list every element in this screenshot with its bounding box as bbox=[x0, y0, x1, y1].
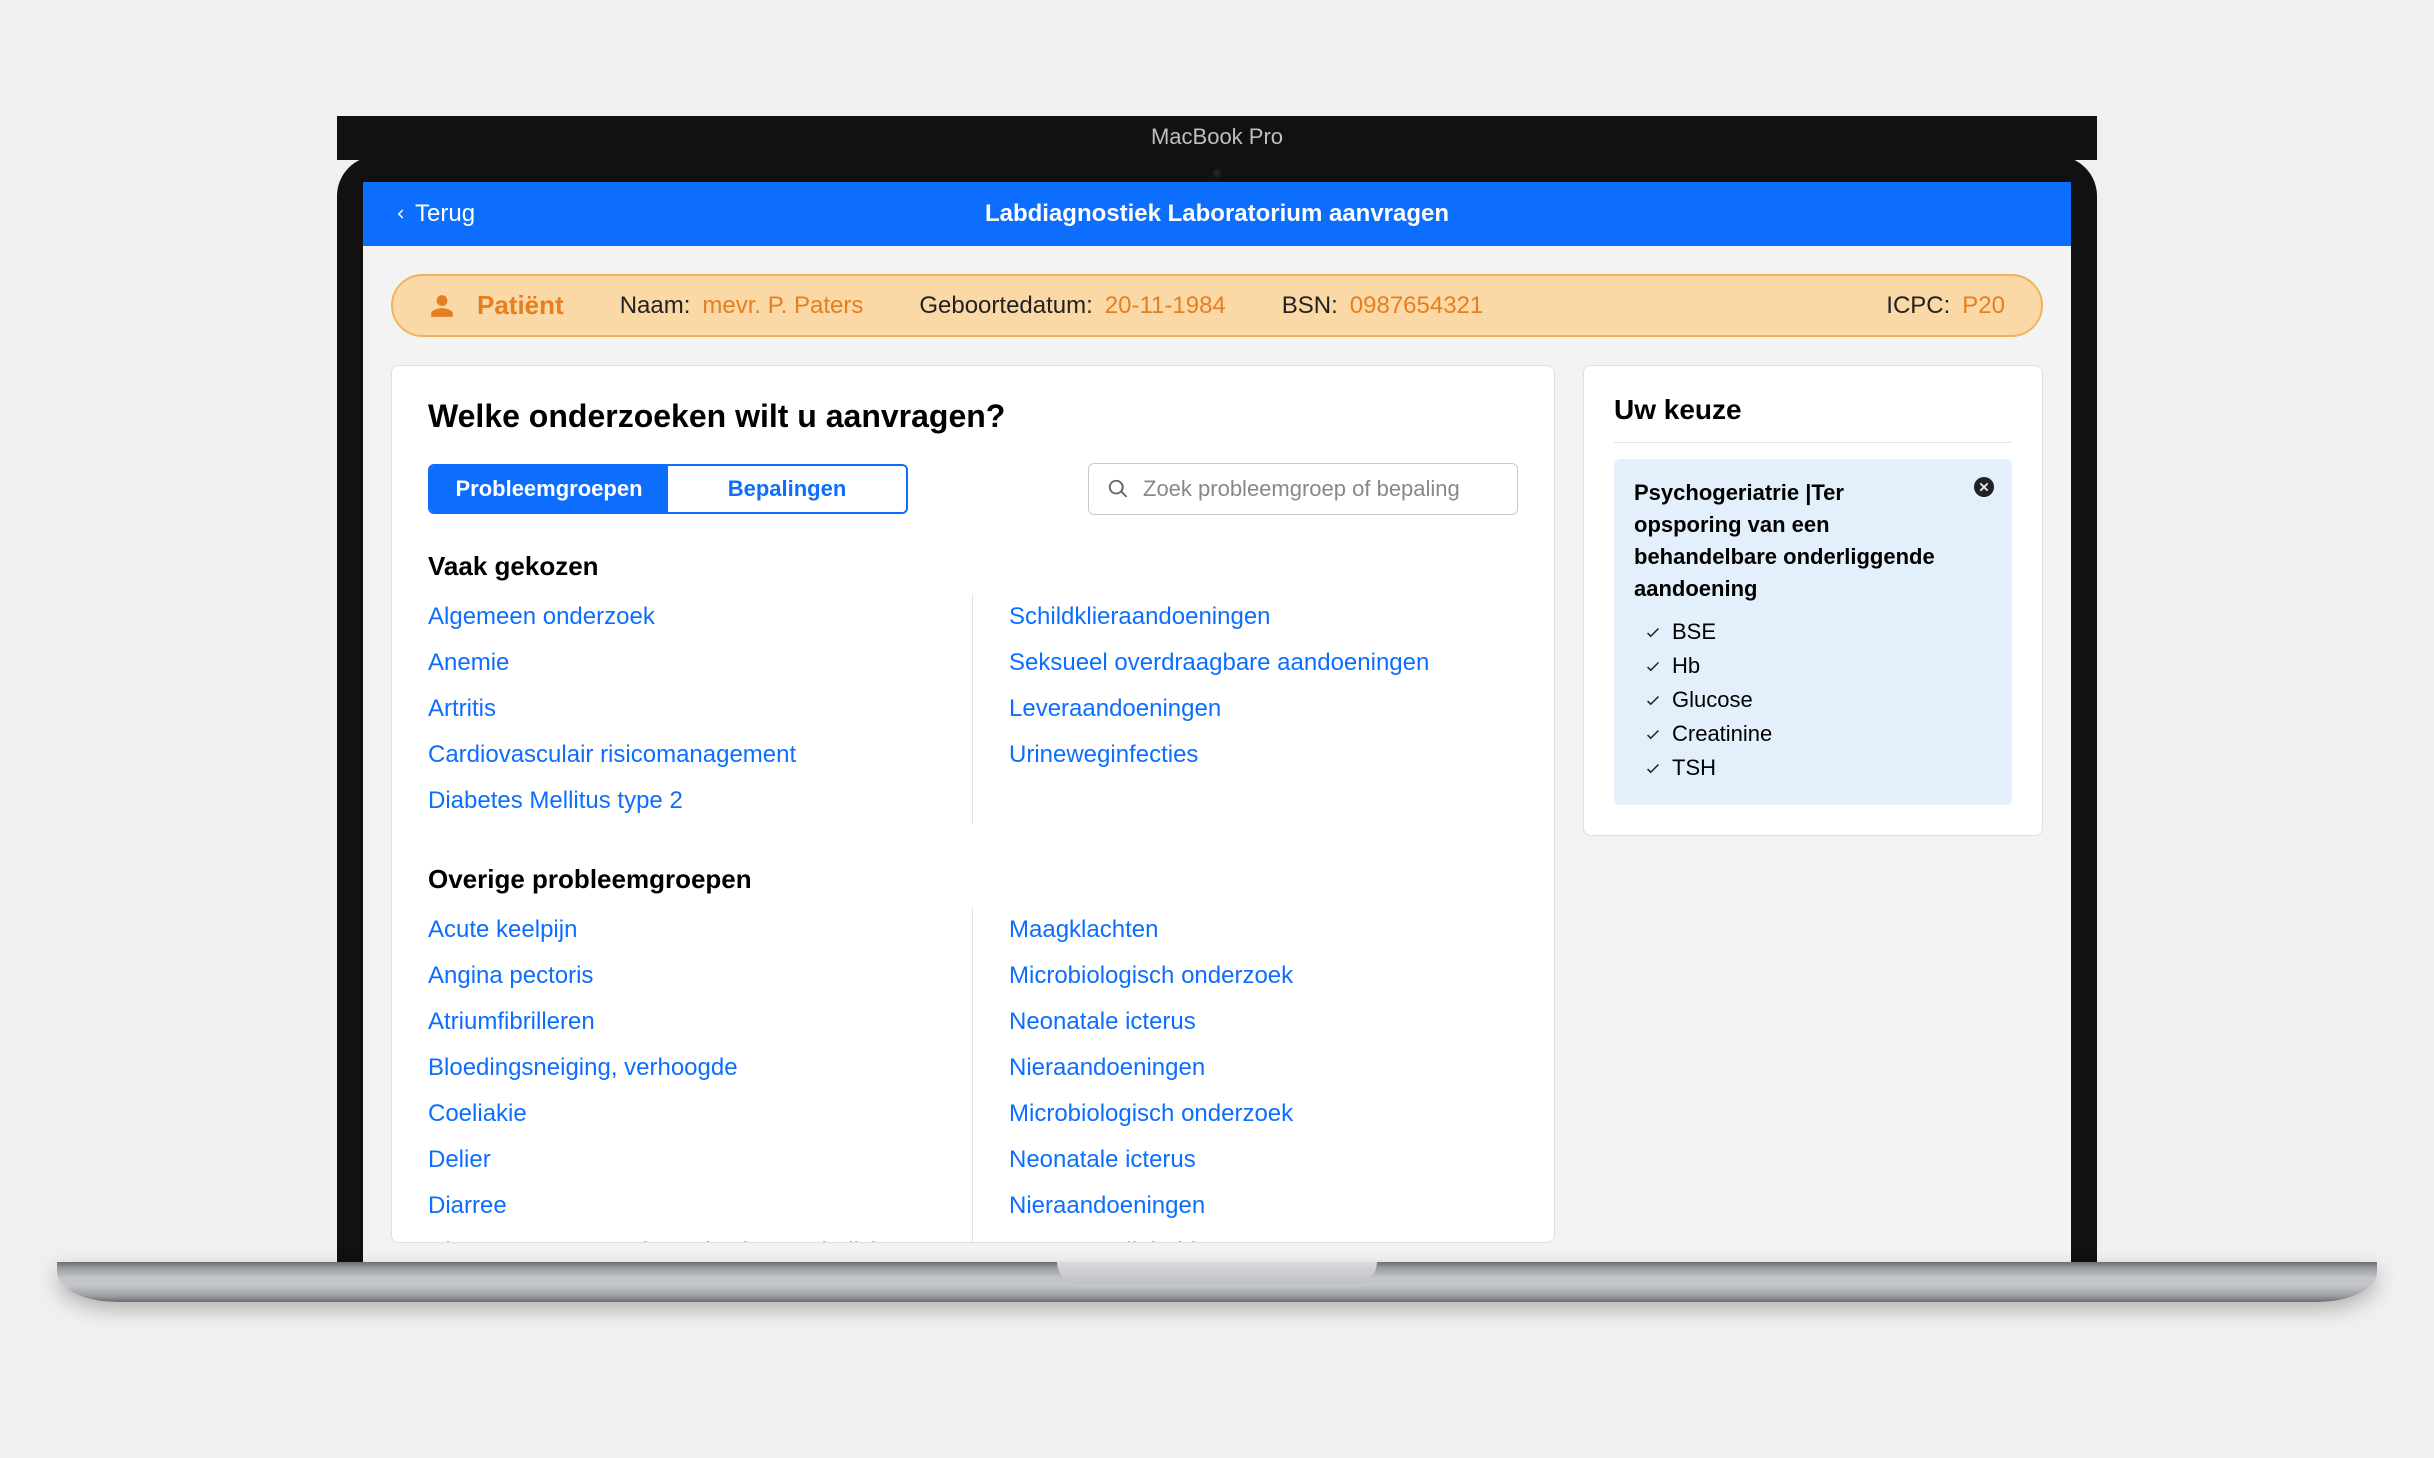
patient-bsn: BSN: 0987654321 bbox=[1282, 292, 1484, 320]
check-icon bbox=[1644, 759, 1662, 777]
list-item[interactable]: Neonatale icterus bbox=[1009, 1137, 1518, 1183]
list-item[interactable]: Algemeen onderzoek bbox=[428, 594, 936, 640]
side-heading: Uw keuze bbox=[1614, 394, 2012, 426]
dob-value: 20-11-1984 bbox=[1105, 292, 1226, 320]
other-col-2: MaagklachtenMicrobiologisch onderzoekNeo… bbox=[973, 907, 1518, 1243]
choice-item: BSE bbox=[1634, 615, 1992, 649]
list-item[interactable]: Acute keelpijn bbox=[428, 907, 936, 953]
main-row: Welke onderzoeken wilt u aanvragen? Prob… bbox=[391, 365, 2043, 1243]
list-item[interactable]: Nieraandoeningen bbox=[1009, 1045, 1518, 1091]
section-frequent-title: Vaak gekozen bbox=[428, 551, 1518, 582]
frequent-col-1: Algemeen onderzoekAnemieArtritisCardiova… bbox=[428, 594, 973, 824]
divider bbox=[1614, 442, 2012, 443]
chevron-left-icon bbox=[391, 205, 409, 223]
laptop-base bbox=[57, 1262, 2377, 1302]
list-item[interactable]: Anemie bbox=[428, 640, 936, 686]
list-item[interactable]: Schildklieraandoeningen bbox=[1009, 594, 1518, 640]
list-item[interactable]: Microbiologisch onderzoek bbox=[1009, 1091, 1518, 1137]
bsn-label: BSN: bbox=[1282, 292, 1338, 320]
choice-card: Psychogeriatrie |Ter opsporing van een b… bbox=[1614, 459, 2012, 805]
camera-dot bbox=[1212, 168, 1222, 178]
list-item[interactable]: Atriumfibrilleren bbox=[428, 999, 936, 1045]
check-icon bbox=[1644, 623, 1662, 641]
search-field[interactable] bbox=[1088, 463, 1518, 515]
choice-item: Creatinine bbox=[1634, 717, 1992, 751]
check-icon bbox=[1644, 657, 1662, 675]
patient-badge: Patiënt bbox=[429, 290, 564, 321]
list-item[interactable]: Nieraandoeningen bbox=[1009, 1183, 1518, 1229]
list-item[interactable]: Coeliakie bbox=[428, 1091, 936, 1137]
list-item[interactable]: Neonatale icterus bbox=[1009, 999, 1518, 1045]
frequent-col-2: SchildklieraandoeningenSeksueel overdraa… bbox=[973, 594, 1518, 824]
page-title: Labdiagnostiek Laboratorium aanvragen bbox=[363, 200, 2071, 228]
list-item[interactable]: Artritis bbox=[428, 686, 936, 732]
search-icon bbox=[1107, 478, 1129, 500]
main-panel: Welke onderzoeken wilt u aanvragen? Prob… bbox=[391, 365, 1555, 1243]
icpc-label: ICPC: bbox=[1886, 292, 1950, 320]
list-item[interactable]: Seksueel overdraagbare aandoeningen bbox=[1009, 640, 1518, 686]
tab-probleemgroepen[interactable]: Probleemgroepen bbox=[430, 466, 668, 512]
list-item[interactable]: Angina pectoris bbox=[428, 953, 936, 999]
list-item[interactable]: Overgevoeligheid bbox=[1009, 1229, 1518, 1243]
laptop-bezel: Terug Labdiagnostiek Laboratorium aanvra… bbox=[337, 156, 2097, 1262]
side-panel: Uw keuze Psychogeriatrie |Ter opsporing … bbox=[1583, 365, 2043, 836]
check-icon bbox=[1644, 691, 1662, 709]
list-item[interactable]: Microbiologisch onderzoek bbox=[1009, 953, 1518, 999]
close-circle-icon bbox=[1972, 475, 1996, 499]
remove-choice-button[interactable] bbox=[1972, 475, 1996, 499]
name-value: mevr. P. Paters bbox=[702, 292, 863, 320]
list-item[interactable]: Maagklachten bbox=[1009, 907, 1518, 953]
list-item[interactable]: Diarree bbox=[428, 1183, 936, 1229]
app-header: Terug Labdiagnostiek Laboratorium aanvra… bbox=[363, 182, 2071, 246]
search-input[interactable] bbox=[1143, 476, 1499, 502]
section-other-title: Overige probleemgroepen bbox=[428, 864, 1518, 895]
patient-bar: Patiënt Naam: mevr. P. Paters Geboorteda… bbox=[391, 274, 2043, 337]
check-icon bbox=[1644, 725, 1662, 743]
other-list: Acute keelpijnAngina pectorisAtriumfibri… bbox=[428, 907, 1518, 1243]
choice-title: Psychogeriatrie |Ter opsporing van een b… bbox=[1634, 477, 1992, 605]
back-button[interactable]: Terug bbox=[391, 200, 475, 228]
tab-bepalingen[interactable]: Bepalingen bbox=[668, 466, 906, 512]
choice-items: BSEHbGlucoseCreatinineTSH bbox=[1634, 615, 1992, 785]
list-item[interactable]: Urineweginfecties bbox=[1009, 732, 1518, 778]
frequent-list: Algemeen onderzoekAnemieArtritisCardiova… bbox=[428, 594, 1518, 824]
list-item[interactable]: Diabetes Mellitus type 2 bbox=[428, 778, 936, 824]
list-item[interactable]: Diepe veneuze trombose (en longembolie) bbox=[428, 1229, 936, 1243]
laptop-frame: Terug Labdiagnostiek Laboratorium aanvra… bbox=[337, 156, 2097, 1302]
patient-name: Naam: mevr. P. Paters bbox=[620, 292, 864, 320]
main-heading: Welke onderzoeken wilt u aanvragen? bbox=[428, 398, 1518, 435]
content-area: Patiënt Naam: mevr. P. Paters Geboorteda… bbox=[363, 246, 2071, 1262]
laptop-notch bbox=[1057, 1262, 1377, 1284]
list-item[interactable]: Delier bbox=[428, 1137, 936, 1183]
patient-icpc: ICPC: P20 bbox=[1886, 292, 2005, 320]
list-item[interactable]: Bloedingsneiging, verhoogde bbox=[428, 1045, 936, 1091]
device-label: MacBook Pro bbox=[337, 116, 2097, 160]
name-label: Naam: bbox=[620, 292, 691, 320]
back-label: Terug bbox=[415, 200, 475, 228]
bsn-value: 0987654321 bbox=[1350, 292, 1483, 320]
patient-badge-label: Patiënt bbox=[477, 290, 564, 321]
choice-item: Hb bbox=[1634, 649, 1992, 683]
segmented-control: Probleemgroepen Bepalingen bbox=[428, 464, 908, 514]
choice-item: TSH bbox=[1634, 751, 1992, 785]
icpc-value: P20 bbox=[1962, 292, 2005, 320]
user-icon bbox=[429, 293, 455, 319]
dob-label: Geboortedatum: bbox=[919, 292, 1092, 320]
choice-item: Glucose bbox=[1634, 683, 1992, 717]
other-col-1: Acute keelpijnAngina pectorisAtriumfibri… bbox=[428, 907, 973, 1243]
controls-row: Probleemgroepen Bepalingen bbox=[428, 463, 1518, 515]
patient-dob: Geboortedatum: 20-11-1984 bbox=[919, 292, 1225, 320]
list-item[interactable]: Cardiovasculair risicomanagement bbox=[428, 732, 936, 778]
screen: Terug Labdiagnostiek Laboratorium aanvra… bbox=[363, 182, 2071, 1262]
list-item[interactable]: Leveraandoeningen bbox=[1009, 686, 1518, 732]
